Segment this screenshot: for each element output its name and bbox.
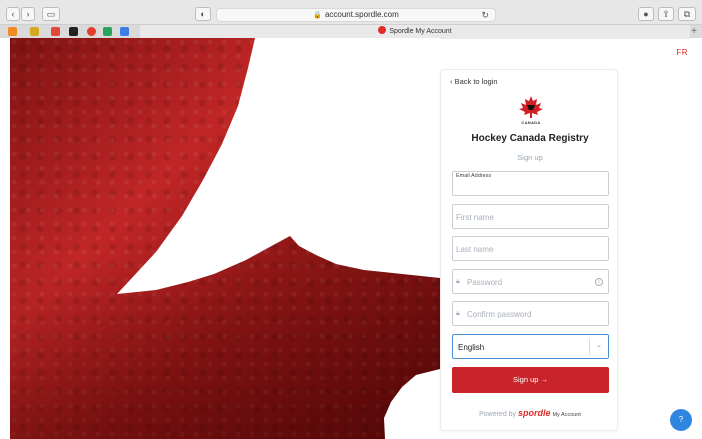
- new-tab-button[interactable]: +: [688, 26, 700, 38]
- spordle-brand: spordle: [518, 408, 551, 418]
- back-nav-button[interactable]: ‹: [6, 7, 20, 21]
- reload-icon[interactable]: ↻: [481, 9, 489, 21]
- hockey-canada-logo: CANADA: [514, 96, 548, 130]
- browser-toolbar: ‹ › ▭ ◐ 🔒 account.spordle.com ↻ ● ⇪ ⧉: [0, 3, 702, 23]
- language-select-value: English: [458, 343, 485, 352]
- help-button[interactable]: ?: [670, 409, 692, 431]
- email-label: Email Address: [456, 173, 492, 179]
- lock-icon: 🔒: [313, 12, 322, 19]
- sign-up-button[interactable]: Sign up →: [452, 367, 609, 393]
- tab-title: Spordle My Account: [389, 28, 452, 35]
- bookmark-favicon[interactable]: [30, 27, 39, 36]
- email-field[interactable]: Email Address: [452, 171, 609, 196]
- signup-card: ‹ Back to login CANADA Hockey Canada Reg…: [440, 69, 618, 431]
- spordle-icon: [378, 26, 387, 35]
- select-separator: [589, 339, 590, 355]
- download-button[interactable]: ●: [638, 7, 654, 21]
- tab-active[interactable]: Spordle My Account: [140, 25, 690, 39]
- powered-by: Powered by spordle My Account: [441, 408, 619, 418]
- lock-icon: 🔒︎: [456, 278, 460, 285]
- password-field[interactable]: 🔒︎ Password i: [452, 269, 609, 294]
- my-account-text: My Account: [552, 412, 581, 418]
- bookmark-favicon[interactable]: [103, 27, 112, 36]
- browser-chrome: ‹ › ▭ ◐ 🔒 account.spordle.com ↻ ● ⇪ ⧉ Spo…: [0, 0, 702, 39]
- back-to-login-link[interactable]: ‹ Back to login: [450, 77, 498, 86]
- bookmark-favicon[interactable]: [51, 27, 60, 36]
- tab-bar: Spordle My Account +: [0, 24, 702, 39]
- page-title: Hockey Canada Registry: [471, 133, 589, 144]
- privacy-icon[interactable]: ◐: [195, 7, 211, 21]
- last-name-field[interactable]: Last name: [452, 236, 609, 261]
- maple-leaf-icon: [519, 96, 543, 118]
- page-subtitle: Sign up: [517, 153, 543, 162]
- forward-nav-button[interactable]: ›: [21, 7, 35, 21]
- bookmark-favicon[interactable]: [69, 27, 78, 36]
- first-name-placeholder: First name: [456, 213, 494, 222]
- powered-by-text: Powered by: [479, 411, 517, 418]
- password-placeholder: Password: [467, 278, 503, 287]
- tabs-overview-button[interactable]: ⧉: [678, 7, 696, 21]
- first-name-field[interactable]: First name: [452, 204, 609, 229]
- last-name-placeholder: Last name: [456, 245, 494, 254]
- email-input[interactable]: [456, 181, 601, 193]
- page-content: FR ‹ Back to login CANADA Hockey Canada …: [0, 38, 702, 439]
- bookmark-favicon[interactable]: [120, 27, 129, 36]
- address-text: account.spordle.com: [324, 10, 399, 19]
- chevron-down-icon[interactable]: ⌄: [596, 341, 602, 349]
- lock-icon: 🔒︎: [456, 310, 460, 317]
- language-select[interactable]: English ⌄: [452, 334, 609, 359]
- language-toggle[interactable]: FR: [676, 48, 688, 57]
- logo-word: CANADA: [521, 120, 541, 125]
- share-button[interactable]: ⇪: [658, 7, 674, 21]
- bookmark-favicon[interactable]: [87, 27, 96, 36]
- confirm-password-placeholder: Confirm password: [467, 310, 532, 319]
- info-icon[interactable]: i: [595, 278, 603, 286]
- confirm-password-field[interactable]: 🔒︎ Confirm password: [452, 301, 609, 326]
- bookmark-favicon[interactable]: [8, 27, 17, 36]
- sidebar-toggle-button[interactable]: ▭: [42, 7, 60, 21]
- address-bar[interactable]: 🔒 account.spordle.com ↻: [216, 8, 496, 22]
